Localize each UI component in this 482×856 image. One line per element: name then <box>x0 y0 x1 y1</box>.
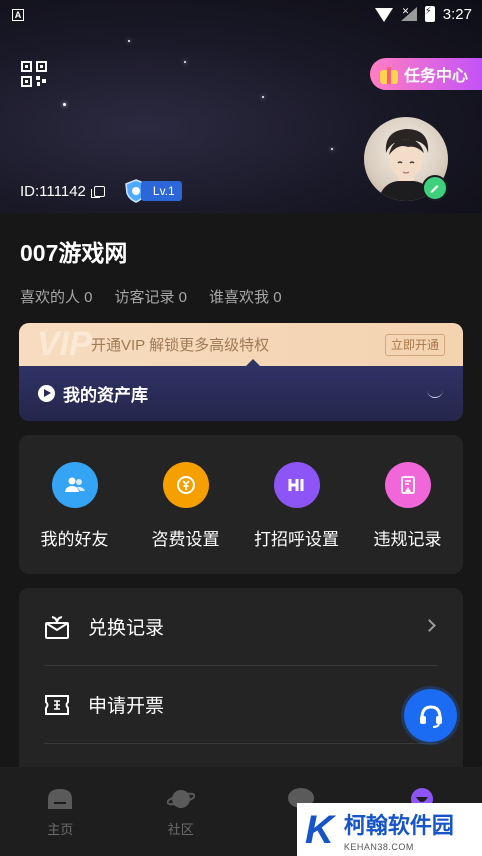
status-left: A <box>12 5 24 23</box>
watermark-logo: K <box>305 807 334 852</box>
tab-community[interactable]: 社区 <box>121 767 242 856</box>
list-item-apply-invoice[interactable]: 申请开票 <box>44 666 438 744</box>
notification-icon: A <box>12 9 24 21</box>
list-label: 申请开票 <box>88 696 165 717</box>
customer-service-button[interactable] <box>404 689 457 742</box>
asset-library-label: 我的资产库 <box>63 386 148 405</box>
star-decoration <box>184 61 186 63</box>
stat-visitor-records[interactable]: 访客记录 0 <box>115 286 188 307</box>
status-right: 3:27 <box>374 5 472 23</box>
watermark-texts: 柯翰软件园 KEHAN38.COM <box>344 808 454 852</box>
watermark: K 柯翰软件园 KEHAN38.COM <box>297 803 482 856</box>
vip-open-button[interactable]: 立即开通 <box>384 334 445 356</box>
edit-avatar-button[interactable] <box>422 175 448 201</box>
stat-liked-people[interactable]: 喜欢的人 0 <box>20 286 93 307</box>
star-decoration <box>331 148 333 150</box>
tab-label: 社区 <box>167 822 194 837</box>
pencil-icon <box>430 185 439 193</box>
headset-icon <box>419 704 442 728</box>
coin-icon <box>162 462 209 508</box>
hi-icon <box>273 462 320 508</box>
action-label: 我的好友 <box>40 530 109 549</box>
action-greeting-settings[interactable]: 打招呼设置 <box>241 435 352 574</box>
star-decoration <box>262 96 264 98</box>
qr-code-icon[interactable] <box>21 61 47 87</box>
status-bar: A 3:27 <box>0 0 482 28</box>
menu-list: 兑换记录 申请开票 <box>19 588 463 788</box>
star-decoration <box>128 40 130 42</box>
stat-who-likes-me[interactable]: 谁喜欢我 0 <box>209 286 282 307</box>
vip-card: VIP 开通VIP 解锁更多高级特权 立即开通 我的资产库 <box>19 323 463 421</box>
gift-box-icon <box>45 615 69 639</box>
username: 007游戏网 <box>20 240 128 266</box>
level-label: Lv.1 <box>140 181 182 201</box>
gift-icon <box>378 64 400 84</box>
signal-icon <box>400 6 417 21</box>
action-fee-settings[interactable]: 咨费设置 <box>130 435 241 574</box>
profile-header: 任务中心 ID:111142 Lv.1 <box>0 0 482 213</box>
friends-icon <box>51 462 98 508</box>
user-id: ID:111142 <box>20 182 86 200</box>
list-label: 兑换记录 <box>88 618 165 639</box>
vip-banner[interactable]: VIP 开通VIP 解锁更多高级特权 立即开通 <box>19 323 463 366</box>
action-my-friends[interactable]: 我的好友 <box>19 435 130 574</box>
action-label: 违规记录 <box>373 530 442 549</box>
stats-row: 喜欢的人 0 访客记录 0 谁喜欢我 0 <box>20 286 282 307</box>
task-center-button[interactable]: 任务中心 <box>370 58 482 90</box>
action-label: 咨费设置 <box>151 530 220 549</box>
tab-label: 主页 <box>47 822 74 837</box>
user-id-row: ID:111142 Lv.1 <box>20 179 182 203</box>
watermark-title: 柯翰软件园 <box>343 812 454 838</box>
vip-promo-text: 开通VIP 解锁更多高级特权 <box>91 337 270 354</box>
watermark-subtitle: KEHAN38.COM <box>343 841 414 852</box>
action-label: 打招呼设置 <box>254 530 339 549</box>
level-badge: Lv.1 <box>123 179 182 203</box>
wifi-icon <box>374 8 393 22</box>
eye-closed-icon[interactable] <box>427 390 443 398</box>
action-violation-records[interactable]: 违规记录 <box>352 435 463 574</box>
task-center-label: 任务中心 <box>404 68 469 85</box>
asset-library-row[interactable]: 我的资产库 <box>19 359 463 421</box>
report-icon <box>384 462 431 508</box>
home-icon <box>48 789 73 809</box>
vip-notch <box>245 359 261 367</box>
vip-logo: VIP <box>37 325 92 363</box>
actions-card: 我的好友 咨费设置 打招呼设置 违规记录 <box>19 435 463 574</box>
tab-home[interactable]: 主页 <box>0 767 121 856</box>
play-icon <box>38 385 55 402</box>
list-item-redeem-records[interactable]: 兑换记录 <box>44 588 438 666</box>
ticket-icon <box>45 694 69 715</box>
chevron-right-icon <box>423 619 436 632</box>
status-time: 3:27 <box>442 5 472 23</box>
planet-icon <box>166 790 195 808</box>
star-decoration <box>63 103 66 106</box>
battery-icon <box>424 6 435 22</box>
copy-icon[interactable] <box>90 185 105 198</box>
